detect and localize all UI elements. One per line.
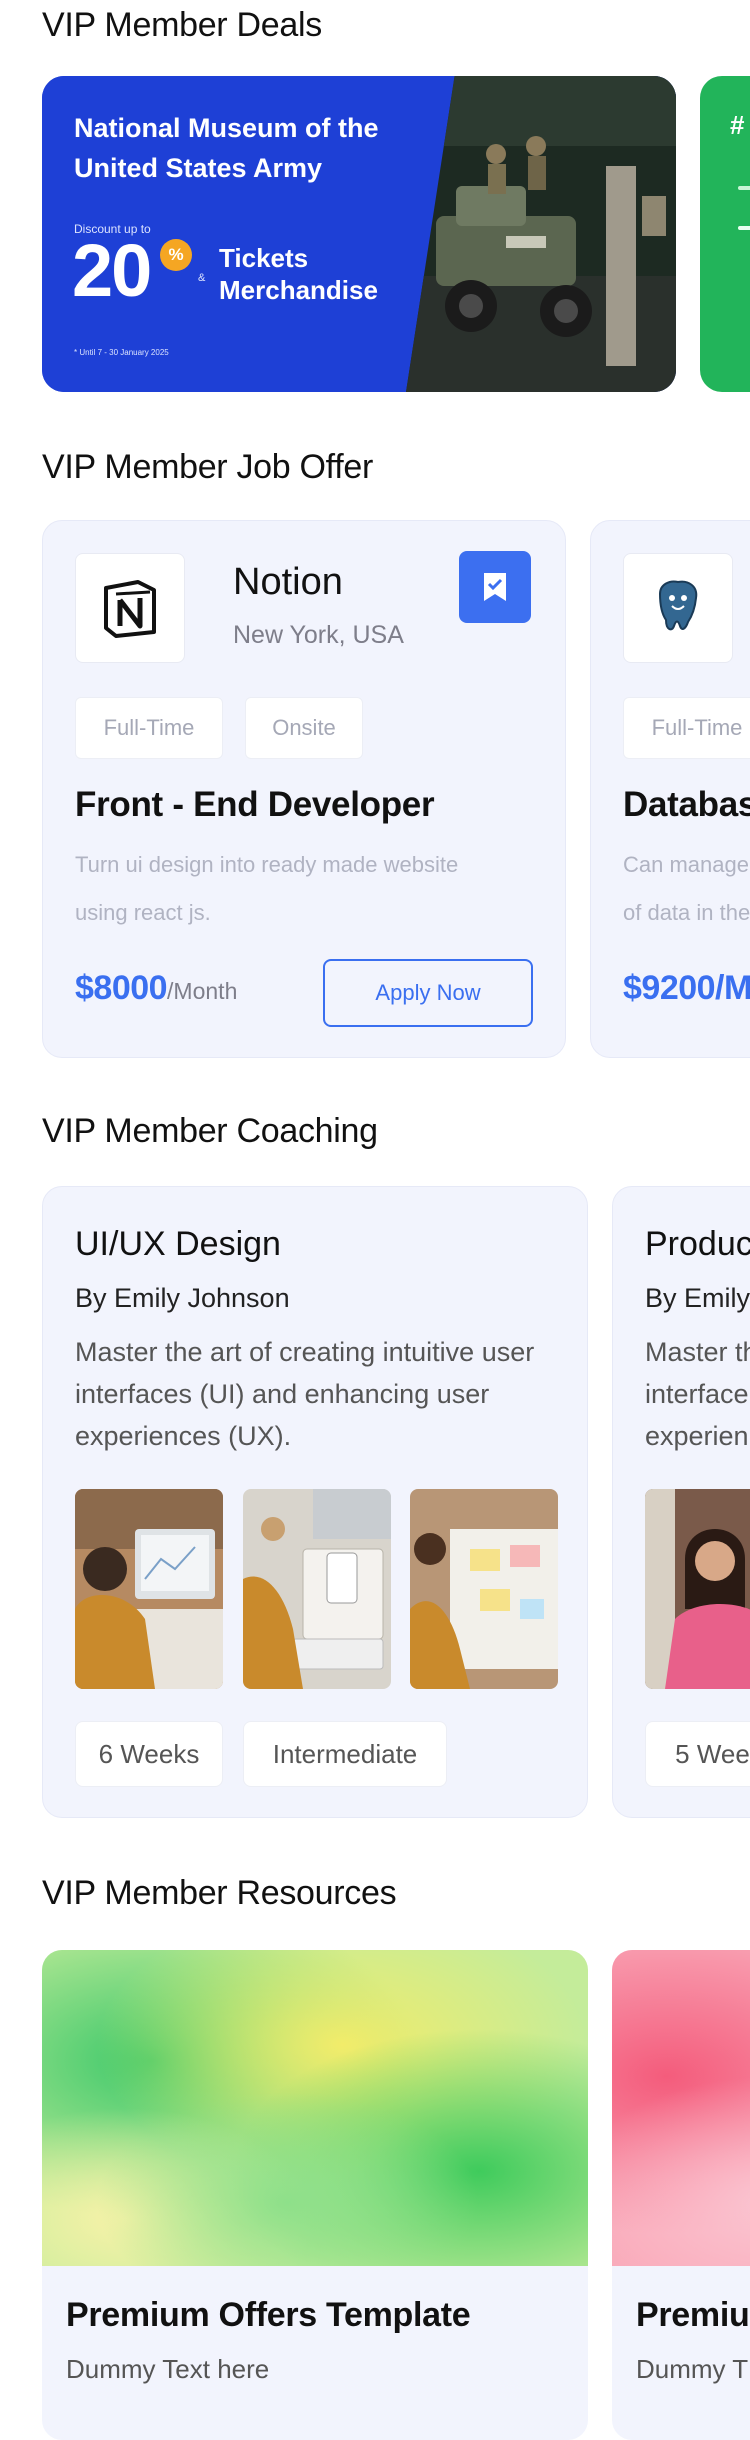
- coaching-description: Master the art of creating intuitive use…: [75, 1337, 535, 1451]
- deals-section-title: VIP Member Deals: [42, 6, 322, 44]
- resource-card[interactable]: Premiu Dummy T: [612, 1950, 750, 2440]
- coaching-description-line: interface: [645, 1379, 749, 1409]
- job-description-line: of data in the: [623, 900, 750, 925]
- job-position: Front - End Developer: [75, 785, 435, 824]
- job-position: Databas: [623, 785, 750, 824]
- postgresql-logo-icon: [623, 553, 733, 663]
- coaching-instructor: By Emily Johnson: [75, 1283, 290, 1313]
- deal-next-hash: #: [730, 110, 745, 140]
- coaching-carousel[interactable]: UI/UX Design By Emily Johnson Master the…: [0, 1186, 750, 1822]
- job-salary-amount: $9200/M: [623, 969, 750, 1007]
- coaching-title: UI/UX Design: [75, 1225, 281, 1263]
- coaching-instructor: By Emily: [645, 1283, 750, 1313]
- coaching-duration: 6 Weeks: [75, 1721, 223, 1787]
- deal-next-line: [738, 186, 750, 190]
- deal-items: Tickets Merchandise: [219, 242, 378, 306]
- bookmark-icon: [484, 573, 506, 601]
- job-card[interactable]: Full-Time Databas Can manage of data in …: [590, 520, 750, 1058]
- deal-card-army-museum[interactable]: National Museum of the United States Arm…: [42, 76, 676, 392]
- coaching-duration: 5 Week: [645, 1721, 750, 1787]
- resources-section-title: VIP Member Resources: [42, 1874, 397, 1912]
- coaching-card[interactable]: Produc By Emily Master th interface expe…: [612, 1186, 750, 1818]
- deals-carousel[interactable]: National Museum of the United States Arm…: [0, 76, 750, 396]
- job-salary: $8000/Month: [75, 969, 237, 1008]
- coaching-description-line: experien: [645, 1421, 749, 1451]
- coaching-description-line: Master th: [645, 1337, 750, 1367]
- notion-logo-icon: [75, 553, 185, 663]
- job-tag-type: Full-Time: [623, 697, 750, 759]
- coaching-photo: [243, 1489, 391, 1689]
- job-salary: $9200/M: [623, 969, 750, 1008]
- resource-subtitle: Dummy T: [636, 2354, 749, 2384]
- job-description-line: Can manage: [623, 852, 749, 877]
- deal-discount-value: 20: [72, 229, 152, 312]
- deal-next-line: [738, 226, 750, 230]
- resources-carousel[interactable]: Premium Offers Template Dummy Text here …: [0, 1950, 750, 2440]
- job-description: Turn ui design into ready made website u…: [75, 852, 459, 925]
- resource-title: Premiu: [636, 2296, 750, 2334]
- coaching-photo: [410, 1489, 558, 1689]
- resource-card[interactable]: Premium Offers Template Dummy Text here: [42, 1950, 588, 2440]
- job-tag-location: Onsite: [245, 697, 363, 759]
- resource-subtitle: Dummy Text here: [66, 2354, 270, 2384]
- deal-ampersand: &: [198, 272, 206, 284]
- deal-until-date: * Until 7 - 30 January 2025: [74, 348, 169, 357]
- coaching-description: Master th interface experien: [645, 1331, 750, 1457]
- job-location: New York, USA: [233, 621, 404, 649]
- resource-image: [42, 1950, 588, 2266]
- deal-card-next[interactable]: #: [700, 76, 750, 392]
- bookmark-button[interactable]: [459, 551, 531, 623]
- resource-image: [612, 1950, 750, 2266]
- job-company-name: Notion: [233, 561, 343, 603]
- coaching-photo: [645, 1489, 750, 1689]
- job-salary-period: /Month: [167, 978, 238, 1004]
- deal-item-tickets: Tickets: [219, 243, 309, 273]
- job-salary-amount: $8000: [75, 969, 168, 1007]
- jobs-section-title: VIP Member Job Offer: [42, 448, 373, 486]
- coaching-section-title: VIP Member Coaching: [42, 1112, 378, 1150]
- jobs-carousel[interactable]: Notion New York, USA Full-Time Onsite Fr…: [0, 520, 750, 1062]
- job-card[interactable]: Notion New York, USA Full-Time Onsite Fr…: [42, 520, 566, 1058]
- deal-item-merchandise: Merchandise: [219, 275, 378, 305]
- coaching-level: Intermediate: [243, 1721, 447, 1787]
- coaching-photo: [75, 1489, 223, 1689]
- coaching-card[interactable]: UI/UX Design By Emily Johnson Master the…: [42, 1186, 588, 1818]
- apply-now-button[interactable]: Apply Now: [323, 959, 533, 1027]
- percent-badge: %: [160, 239, 192, 271]
- job-tag-type: Full-Time: [75, 697, 223, 759]
- job-description: Can manage of data in the: [623, 841, 750, 937]
- resource-title: Premium Offers Template: [66, 2296, 471, 2334]
- coaching-title: Produc: [645, 1225, 750, 1263]
- deal-title: National Museum of the United States Arm…: [74, 113, 379, 183]
